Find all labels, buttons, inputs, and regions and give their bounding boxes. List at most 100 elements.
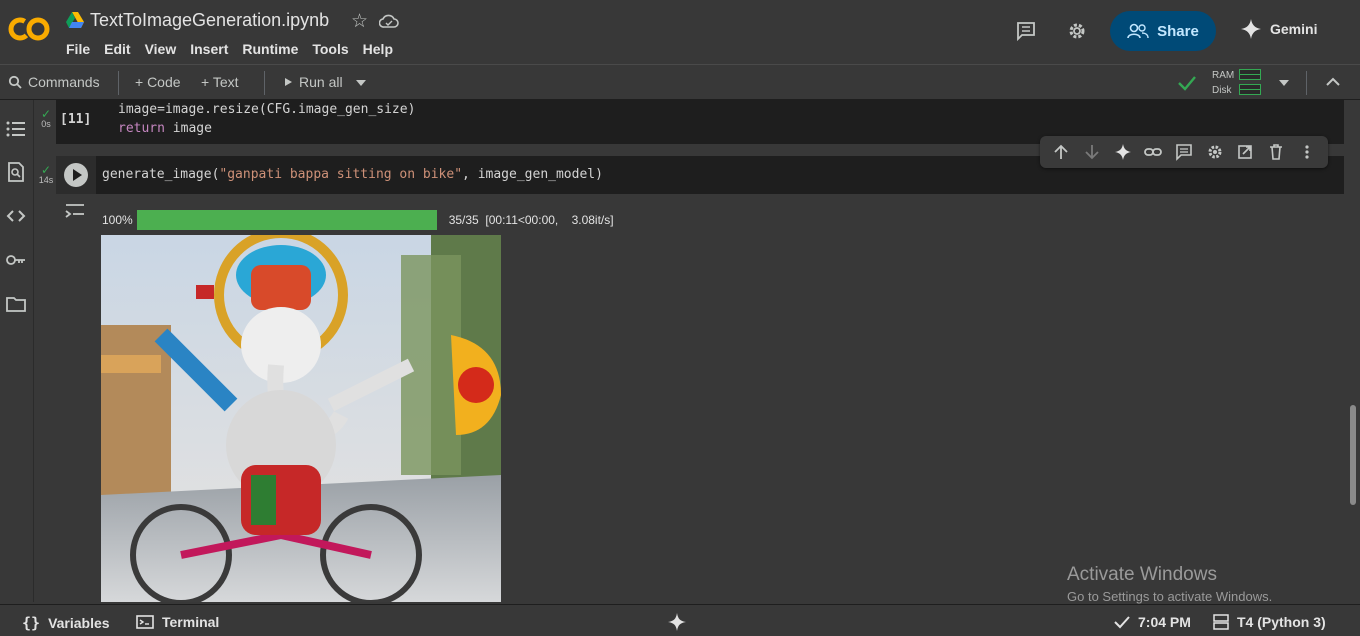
toolbar-divider	[118, 71, 119, 95]
gemini-sparkle-icon[interactable]	[667, 612, 687, 632]
cell-status: ✓ 14s	[36, 163, 56, 185]
menu-file[interactable]: File	[66, 41, 90, 57]
variables-label: Variables	[48, 615, 110, 631]
menu-bar: File Edit View Insert Runtime Tools Help	[66, 41, 393, 57]
move-cell-down-icon[interactable]	[1083, 143, 1101, 161]
cell-status: ✓ 0s	[36, 107, 56, 129]
share-button[interactable]: Share	[1110, 11, 1216, 51]
code-string: "ganpati bappa sitting on bike"	[219, 167, 463, 182]
move-cell-up-icon[interactable]	[1052, 143, 1070, 161]
cell-exec-count: [11]	[60, 112, 92, 127]
find-replace-icon[interactable]	[5, 161, 27, 183]
ram-usage-bar	[1239, 69, 1261, 80]
run-all-label: Run all	[299, 74, 343, 90]
toolbar-divider	[264, 71, 265, 95]
open-in-tab-icon[interactable]	[1236, 143, 1254, 161]
ram-label: RAM	[1212, 70, 1235, 81]
runtime-label: T4 (Python 3)	[1237, 614, 1326, 630]
table-of-contents-icon[interactable]	[5, 118, 27, 140]
code-snippets-icon[interactable]	[5, 205, 27, 227]
progress-bar	[136, 210, 437, 230]
commands-label: Commands	[28, 74, 100, 90]
people-icon	[1127, 23, 1149, 39]
execution-status[interactable]: 7:04 PM	[1114, 614, 1191, 630]
more-vert-icon[interactable]	[1298, 143, 1316, 161]
search-icon	[8, 75, 22, 89]
settings-gear-icon[interactable]	[1066, 20, 1088, 42]
gemini-button[interactable]: Gemini	[1240, 18, 1317, 40]
server-icon	[1213, 614, 1229, 630]
code-line: return image	[118, 119, 415, 138]
resource-monitor[interactable]: RAM Disk	[1212, 68, 1234, 98]
app-header: TextToImageGeneration.ipynb ☆ File Edit …	[0, 0, 1360, 64]
commands-button[interactable]: Commands	[8, 74, 100, 90]
drive-icon[interactable]	[66, 12, 84, 28]
cell-exec-time: 14s	[38, 175, 54, 185]
notebook-toolbar: Commands + Code + Text Run all RAM Disk	[0, 64, 1360, 100]
run-all-button[interactable]: Run all	[283, 74, 343, 90]
link-icon[interactable]	[1144, 143, 1163, 161]
cell-toolbar	[1040, 136, 1328, 168]
collapse-chevron-up-icon[interactable]	[1326, 77, 1340, 87]
cell-exec-time: 0s	[41, 119, 51, 129]
menu-view[interactable]: View	[145, 41, 177, 57]
menu-edit[interactable]: Edit	[104, 41, 130, 57]
braces-icon: {}	[22, 614, 41, 632]
generated-image	[101, 235, 501, 602]
run-cell-button[interactable]	[64, 163, 88, 187]
secrets-key-icon[interactable]	[5, 249, 27, 271]
toolbar-divider	[1306, 71, 1307, 95]
cell-success-check-icon: ✓	[40, 107, 52, 121]
code-editor[interactable]: image=image.resize(CFG.image_gen_size) r…	[118, 100, 415, 138]
code-text: generate_image(	[102, 167, 220, 182]
progress-percent: 100%	[102, 213, 133, 227]
left-sidebar	[0, 100, 34, 602]
colab-logo[interactable]	[8, 14, 50, 44]
comment-icon[interactable]	[1015, 20, 1037, 42]
resources-dropdown-icon[interactable]	[1278, 79, 1290, 87]
code-keyword: return	[118, 121, 165, 136]
code-editor[interactable]: generate_image("ganpati bappa sitting on…	[102, 167, 603, 182]
code-text: image	[164, 121, 212, 136]
progress-output: 100% 35/35 [00:11<00:00, 3.08it/s]	[102, 210, 614, 230]
terminal-button[interactable]: Terminal	[136, 614, 219, 630]
gemini-sparkle-icon[interactable]	[1114, 143, 1132, 161]
check-icon	[1114, 616, 1130, 629]
variables-button[interactable]: {} Variables	[22, 614, 110, 632]
cell-success-check-icon: ✓	[40, 163, 52, 177]
menu-help[interactable]: Help	[363, 41, 393, 57]
status-bar: {} Variables Terminal 7:04 PM T4 (Python…	[0, 604, 1360, 636]
run-all-dropdown-icon[interactable]	[355, 79, 367, 87]
code-line: image=image.resize(CFG.image_gen_size)	[118, 102, 416, 117]
terminal-label: Terminal	[162, 614, 220, 630]
disk-label: Disk	[1212, 85, 1232, 96]
add-text-button[interactable]: + Text	[201, 74, 239, 90]
menu-tools[interactable]: Tools	[312, 41, 348, 57]
comment-icon[interactable]	[1175, 143, 1193, 161]
notebook-title[interactable]: TextToImageGeneration.ipynb	[90, 10, 329, 31]
disk-usage-bar	[1239, 84, 1261, 95]
files-folder-icon[interactable]	[5, 293, 27, 315]
delete-trash-icon[interactable]	[1267, 143, 1285, 161]
code-text: , image_gen_model)	[462, 167, 603, 182]
scrollbar-thumb[interactable]	[1350, 405, 1356, 505]
output-actions-icon[interactable]	[64, 202, 86, 222]
connected-check-icon	[1178, 76, 1196, 91]
progress-stats: 35/35 [00:11<00:00, 3.08it/s]	[448, 213, 614, 227]
execution-time: 7:04 PM	[1138, 614, 1191, 630]
activate-windows-subtitle: Go to Settings to activate Windows.	[1067, 589, 1273, 604]
settings-gear-icon[interactable]	[1206, 143, 1224, 161]
add-code-button[interactable]: + Code	[135, 74, 181, 90]
cloud-saved-icon	[379, 14, 399, 28]
play-icon	[285, 78, 292, 86]
gemini-sparkle-icon	[1241, 19, 1261, 39]
runtime-info-button[interactable]: T4 (Python 3)	[1213, 614, 1326, 630]
menu-insert[interactable]: Insert	[190, 41, 228, 57]
terminal-icon	[136, 615, 154, 629]
menu-runtime[interactable]: Runtime	[242, 41, 298, 57]
gemini-label: Gemini	[1270, 21, 1318, 37]
star-icon[interactable]: ☆	[351, 10, 368, 33]
notebook-area: ✓ 0s [11] image=image.resize(CFG.image_g…	[34, 100, 1344, 602]
activate-windows-title: Activate Windows	[1067, 564, 1217, 585]
share-label: Share	[1157, 22, 1199, 40]
